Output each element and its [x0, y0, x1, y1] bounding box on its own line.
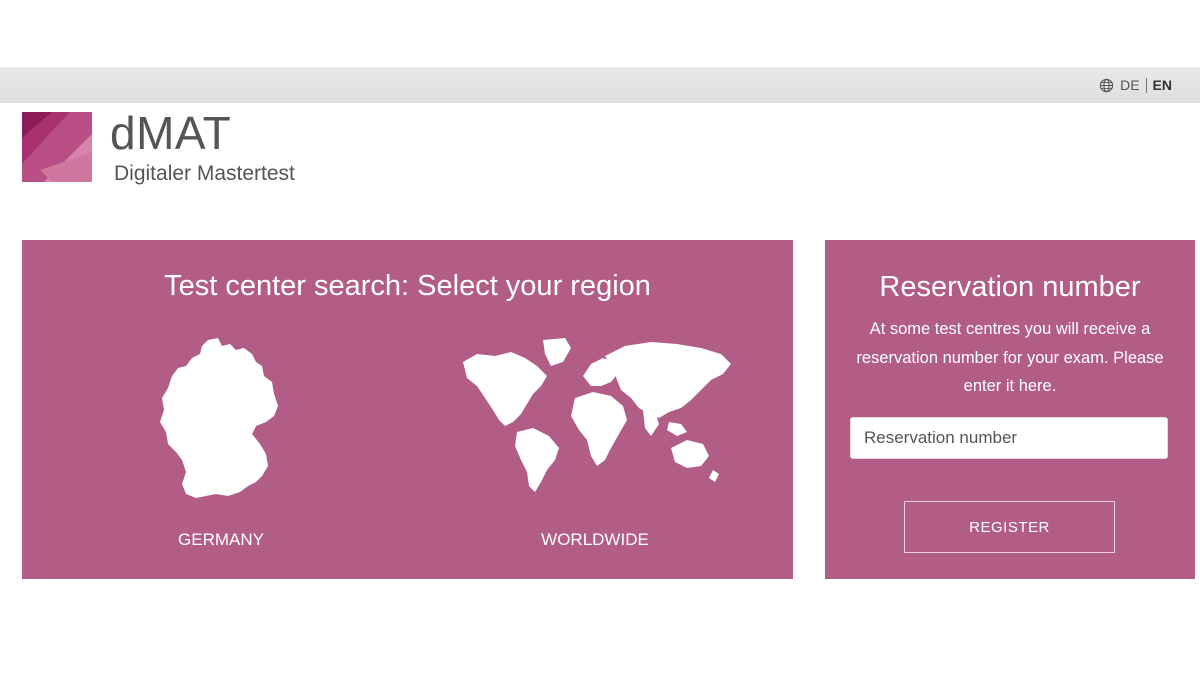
- worldwide-label: WORLDWIDE: [541, 530, 649, 549]
- language-de-link[interactable]: DE: [1120, 77, 1139, 93]
- globe-icon: [1099, 78, 1114, 92]
- language-en-link[interactable]: EN: [1153, 77, 1172, 93]
- dmat-logo-icon: [22, 112, 92, 182]
- reservation-panel-title: Reservation number: [879, 271, 1141, 303]
- germany-map-icon: [160, 338, 278, 498]
- reservation-description: At some test centres you will receive a …: [856, 320, 1164, 395]
- germany-label: GERMANY: [178, 530, 264, 549]
- region-panel-title: Test center search: Select your region: [164, 270, 651, 302]
- logo-subtitle: Digitaler Mastertest: [114, 162, 295, 185]
- germany-option[interactable]: GERMANY: [142, 336, 300, 556]
- reservation-panel: Reservation number At some test centres …: [825, 240, 1195, 579]
- world-map-icon: [463, 338, 731, 492]
- language-switcher: DE EN: [1099, 67, 1172, 103]
- logo[interactable]: dMAT Digitaler Mastertest: [22, 107, 402, 190]
- top-bar: DE EN: [0, 67, 1200, 103]
- page: DE EN dMAT Digitaler Mastertest Test cen…: [0, 0, 1200, 675]
- language-separator: [1145, 77, 1147, 93]
- region-panel: Test center search: Select your region G…: [22, 240, 793, 579]
- logo-title: dMAT: [110, 107, 232, 159]
- register-button[interactable]: REGISTER: [904, 501, 1115, 553]
- worldwide-option[interactable]: WORLDWIDE: [452, 336, 738, 556]
- reservation-number-input[interactable]: [850, 417, 1168, 459]
